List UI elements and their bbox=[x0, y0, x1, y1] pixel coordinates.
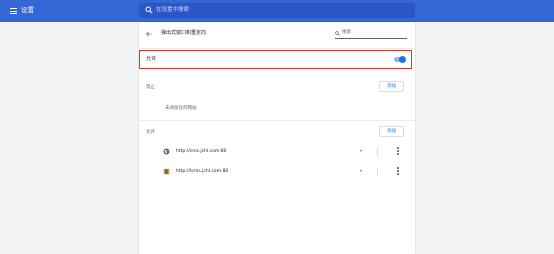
popups-allow-label: 允许 bbox=[146, 56, 157, 62]
blocked-empty-text: 未添加任何网站 bbox=[165, 106, 197, 111]
popups-allow-toggle[interactable] bbox=[394, 56, 406, 63]
add-blocked-button[interactable]: 添加 bbox=[379, 81, 404, 92]
search-icon bbox=[335, 31, 340, 36]
separator bbox=[377, 167, 378, 177]
separator bbox=[377, 147, 378, 157]
app-header: 设置 在设置中搜索 bbox=[0, 0, 554, 22]
add-allowed-button[interactable]: 添加 bbox=[379, 126, 404, 137]
filter-underline bbox=[335, 38, 407, 39]
toggle-knob bbox=[399, 56, 406, 63]
site-filter-input[interactable]: 搜索 bbox=[342, 29, 351, 37]
menu-icon[interactable] bbox=[10, 8, 17, 14]
search-placeholder: 在设置中搜索 bbox=[156, 7, 190, 13]
blocked-section-label: 禁止 bbox=[146, 85, 155, 90]
more-vert-icon[interactable] bbox=[397, 167, 399, 176]
site-url: http://tcms.jchl.com:80 bbox=[176, 169, 229, 174]
allowed-section-label: 允许 bbox=[146, 130, 155, 135]
site-favicon-icon bbox=[163, 168, 170, 175]
chevron-down-icon[interactable] bbox=[360, 150, 362, 152]
page-title: 弹出式窗口和重定向 bbox=[161, 30, 207, 36]
highlight-box bbox=[139, 50, 412, 69]
settings-card: 弹出式窗口和重定向 搜索 允许 禁止 添加 未添加任何网站 允许 添加 http… bbox=[139, 22, 415, 254]
search-icon bbox=[145, 6, 153, 14]
back-arrow-icon[interactable] bbox=[146, 31, 152, 37]
globe-icon bbox=[163, 148, 170, 155]
settings-search-input[interactable]: 在设置中搜索 bbox=[139, 3, 415, 18]
section-divider bbox=[139, 120, 415, 121]
chevron-down-icon[interactable] bbox=[360, 170, 362, 172]
site-url: http://cms.jchl.com:80 bbox=[176, 149, 227, 154]
page-header: 弹出式窗口和重定向 搜索 bbox=[139, 22, 415, 49]
app-title: 设置 bbox=[21, 6, 34, 14]
popups-allow-row[interactable]: 允许 bbox=[139, 50, 415, 69]
list-item[interactable]: http://tcms.jchl.com:80 bbox=[139, 164, 415, 180]
more-vert-icon[interactable] bbox=[397, 147, 399, 156]
list-item[interactable]: http://cms.jchl.com:80 bbox=[139, 144, 415, 160]
